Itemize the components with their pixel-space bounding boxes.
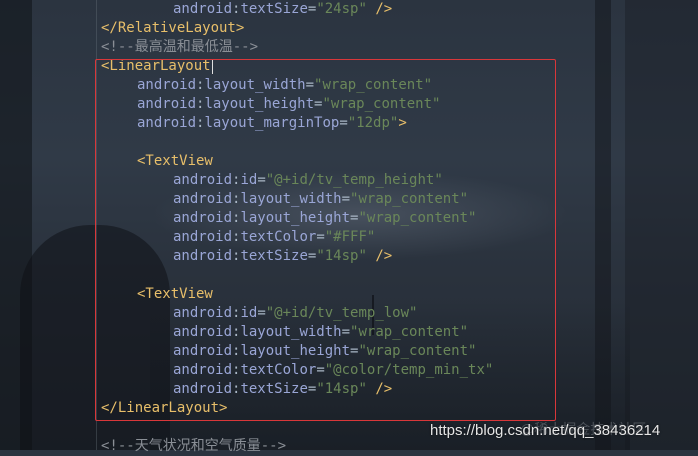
code-token: "24sp" (316, 1, 367, 17)
code-token: textSize (240, 1, 308, 17)
code-token: <!--最高温和最低温--> (101, 39, 259, 55)
code-line[interactable]: <!--天气状况和空气质量--> (101, 437, 286, 456)
code-token: <!--天气状况和空气质量--> (101, 438, 287, 454)
code-token: /> (366, 1, 393, 17)
highlight-box (95, 59, 556, 421)
code-line[interactable]: <!--最高温和最低温--> (101, 38, 258, 57)
code-line[interactable]: </RelativeLayout> (101, 19, 244, 38)
url-watermark: https://blog.csdn.net/qq_38436214 (430, 422, 661, 439)
code-line[interactable]: android:textSize="24sp" /> (173, 0, 392, 19)
code-token: android (173, 1, 233, 17)
code-token: </RelativeLayout> (101, 20, 245, 36)
